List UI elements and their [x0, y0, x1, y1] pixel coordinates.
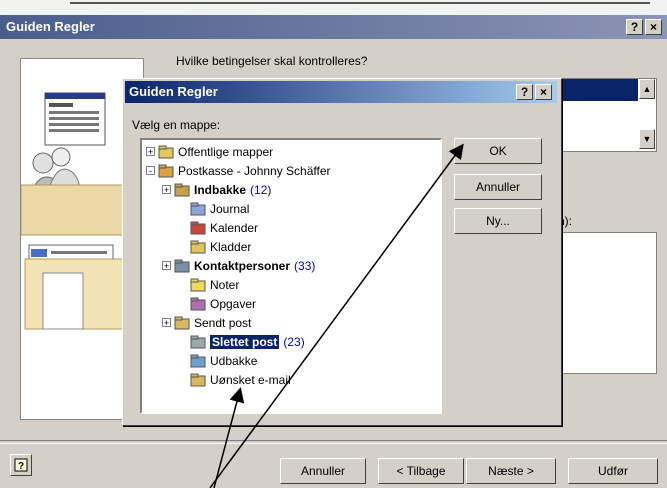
bottom-separator	[0, 440, 667, 444]
tree-item[interactable]: Uønsket e-mail	[142, 370, 440, 389]
outer-titlebar: Guiden Regler ? ×	[0, 15, 667, 39]
tree-item[interactable]: + Kontaktpersoner (33)	[142, 256, 440, 275]
expand-icon[interactable]: +	[162, 185, 171, 195]
junk-mail-icon	[190, 373, 206, 387]
tree-item[interactable]: Journal	[142, 199, 440, 218]
help-icon-button[interactable]: ?	[10, 454, 32, 476]
folder-tree[interactable]: + Offentlige mapper - Postkasse - Johnny Sc…	[140, 138, 442, 414]
inbox-icon	[174, 183, 190, 197]
choose-folder-label: Vælg en mappe:	[132, 118, 221, 132]
scroll-down-button[interactable]: ▼	[639, 129, 655, 149]
tree-item[interactable]: + Indbakke (12)	[142, 180, 440, 199]
tree-item[interactable]: - Postkasse - Johnny Schäffer	[142, 161, 440, 180]
svg-text:?: ?	[18, 461, 24, 472]
tree-item[interactable]: Kalender	[142, 218, 440, 237]
conditions-list-selected-row[interactable]	[551, 79, 638, 101]
tasks-icon	[190, 297, 206, 311]
wizard-next-button[interactable]: Næste >	[466, 458, 556, 484]
background-window-strip	[0, 0, 667, 15]
mailbox-icon	[158, 164, 174, 178]
tree-item[interactable]: Noter	[142, 275, 440, 294]
tree-item-count: (12)	[250, 182, 272, 197]
calendar-icon	[190, 221, 206, 235]
tree-item[interactable]: Opgaver	[142, 294, 440, 313]
tree-item[interactable]: Slettet post (23)	[142, 332, 440, 351]
scroll-up-button[interactable]: ▲	[639, 79, 655, 99]
expand-icon[interactable]: +	[162, 318, 171, 328]
dialog-title: Guiden Regler	[129, 84, 218, 99]
dialog-cancel-button[interactable]: Annuller	[454, 174, 542, 200]
rule-description-box	[550, 232, 657, 374]
tree-item-label: Uønsket e-mail	[210, 372, 291, 387]
outer-title: Guiden Regler	[6, 19, 95, 34]
background-window-edge	[70, 2, 650, 12]
tree-item-count: (23)	[283, 334, 305, 349]
expand-icon[interactable]: +	[146, 147, 155, 157]
sent-items-icon	[174, 316, 190, 330]
tree-item-label: Offentlige mapper	[178, 144, 274, 159]
tree-item-label: Udbakke	[210, 353, 258, 368]
notes-icon	[190, 278, 206, 292]
folder-tree-rows: + Offentlige mapper - Postkasse - Johnny Sc…	[142, 142, 440, 389]
tree-item-label: Noter	[210, 277, 240, 292]
tree-item-label: Postkasse - Johnny Schäffer	[178, 163, 331, 178]
tree-item[interactable]: + Sendt post	[142, 313, 440, 332]
outer-close-button[interactable]: ×	[645, 19, 662, 35]
tree-item-label: Slettet post	[210, 334, 280, 349]
journal-icon	[190, 202, 206, 216]
tree-item-label: Opgaver	[210, 296, 257, 311]
tree-item-label: Kontaktpersoner	[194, 258, 291, 273]
tree-item[interactable]: Kladder	[142, 237, 440, 256]
tree-item[interactable]: Udbakke	[142, 351, 440, 370]
collapse-icon[interactable]: -	[146, 166, 155, 176]
wizard-back-button[interactable]: < Tilbage	[378, 458, 464, 484]
expand-icon[interactable]: +	[162, 261, 171, 271]
public-folders-icon	[158, 145, 174, 159]
outbox-icon	[190, 354, 206, 368]
tree-item-label: Indbakke	[194, 182, 247, 197]
contacts-icon	[174, 259, 190, 273]
wizard-finish-button[interactable]: Udfør	[568, 458, 658, 484]
tree-item-label: Sendt post	[194, 315, 252, 330]
tree-item-label: Kladder	[210, 239, 252, 254]
help-icon: ?	[14, 458, 28, 472]
new-folder-button[interactable]: Ny...	[454, 208, 542, 234]
tree-item-label: Kalender	[210, 220, 259, 235]
deleted-items-icon	[190, 335, 206, 349]
ok-button[interactable]: OK	[454, 138, 542, 164]
dialog-titlebar: Guiden Regler ? ×	[125, 81, 557, 103]
outer-help-button[interactable]: ?	[626, 19, 643, 35]
tree-item-label: Journal	[210, 201, 250, 216]
tree-item-count: (33)	[294, 258, 316, 273]
drafts-icon	[190, 240, 206, 254]
dialog-close-button[interactable]: ×	[535, 84, 552, 100]
tree-item[interactable]: + Offentlige mapper	[142, 142, 440, 161]
wizard-cancel-button[interactable]: Annuller	[280, 458, 366, 484]
dialog-help-button[interactable]: ?	[516, 84, 533, 100]
conditions-question: Hvilke betingelser skal kontrolleres?	[176, 54, 368, 68]
